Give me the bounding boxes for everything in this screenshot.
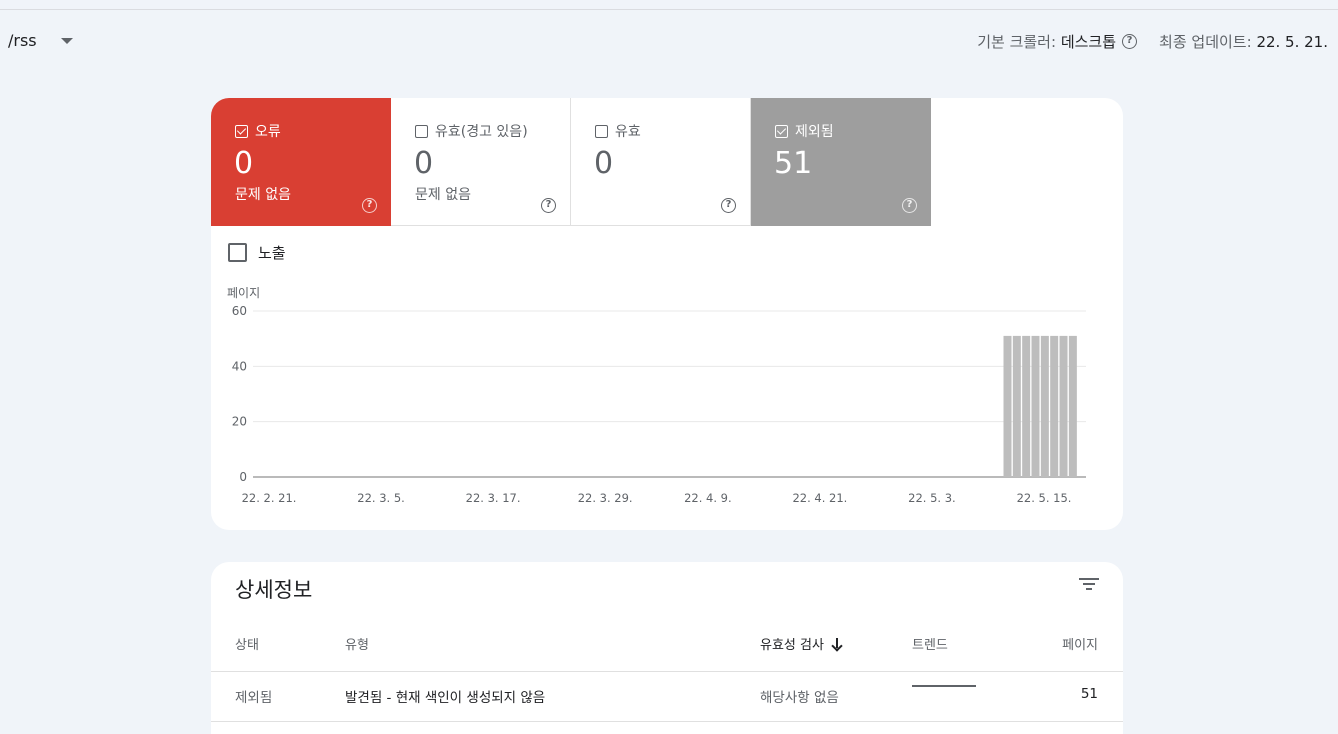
updated-label: 최종 업데이트: bbox=[1159, 33, 1252, 51]
tile-label: 유효 bbox=[615, 124, 641, 140]
tile-label: 제외됨 bbox=[795, 124, 834, 140]
column-header-label: 유효성 검사 bbox=[760, 638, 824, 653]
help-icon[interactable]: ? bbox=[541, 198, 556, 213]
bar[interactable] bbox=[1012, 335, 1021, 477]
status-tiles: 오류 0 문제 없음 ? 유효(경고 있음) 0 문제 없음 ? 유효 0 ? … bbox=[211, 98, 931, 226]
tile-valid-warning[interactable]: 유효(경고 있음) 0 문제 없음 ? bbox=[391, 98, 571, 226]
y-tick-label: 20 bbox=[232, 415, 247, 429]
tile-label: 유효(경고 있음) bbox=[435, 124, 528, 140]
checkbox-checked-icon bbox=[235, 124, 248, 138]
top-divider bbox=[0, 9, 1338, 10]
crawler-value: 데스크톱 bbox=[1060, 33, 1117, 51]
checkbox-icon bbox=[595, 124, 608, 138]
bar[interactable] bbox=[1003, 335, 1012, 477]
tile-label: 오류 bbox=[255, 124, 281, 140]
help-icon[interactable]: ? bbox=[1122, 34, 1138, 49]
cell-status: 제외됨 bbox=[235, 690, 273, 706]
tile-count: 0 bbox=[414, 146, 434, 181]
tile-excluded[interactable]: 제외됨 51 ? bbox=[751, 98, 931, 226]
dropdown-caret-icon bbox=[60, 37, 73, 44]
bar[interactable] bbox=[1022, 335, 1031, 477]
property-selector[interactable]: /rss bbox=[8, 31, 73, 50]
header-divider bbox=[211, 671, 1123, 672]
y-tick-label: 40 bbox=[232, 359, 247, 373]
x-tick-label: 22. 3. 5. bbox=[357, 491, 405, 505]
y-tick-label: 0 bbox=[239, 470, 247, 484]
help-icon[interactable]: ? bbox=[362, 198, 377, 213]
checkbox-icon bbox=[228, 243, 247, 262]
crawler-label: 기본 크롤러: bbox=[977, 33, 1057, 51]
report-meta: 기본 크롤러: 데스크톱 ? 최종 업데이트: 22. 5. 21. bbox=[977, 31, 1328, 52]
x-tick-label: 22. 3. 17. bbox=[466, 491, 521, 505]
x-tick-label: 22. 4. 9. bbox=[684, 491, 732, 505]
x-tick-label: 22. 5. 3. bbox=[908, 491, 956, 505]
help-icon[interactable]: ? bbox=[721, 198, 736, 213]
property-path: /rss bbox=[8, 31, 37, 50]
y-tick-label: 60 bbox=[232, 304, 247, 318]
sort-down-icon bbox=[832, 637, 842, 650]
x-tick-label: 22. 4. 21. bbox=[792, 491, 847, 505]
bar[interactable] bbox=[1031, 335, 1040, 477]
cell-validation: 해당사항 없음 bbox=[760, 690, 839, 706]
tile-count: 0 bbox=[594, 146, 614, 181]
y-axis-label: 페이지 bbox=[227, 286, 260, 300]
help-icon[interactable]: ? bbox=[902, 198, 917, 213]
column-header-type[interactable]: 유형 bbox=[345, 634, 369, 653]
details-title: 상세정보 bbox=[235, 578, 313, 602]
bar[interactable] bbox=[1040, 335, 1049, 477]
checkbox-icon bbox=[415, 124, 428, 138]
pages-chart: 페이지 0 20 40 60 22. 2. 21. 22. 3. 5. 22. 3. 17… bbox=[227, 286, 1086, 505]
column-header-pages[interactable]: 페이지 bbox=[1062, 634, 1098, 653]
details-card: 상세정보 상태 유형 유효성 검사 트렌드 페이지 제외됨 발견됨 - 현재 색… bbox=[211, 562, 1123, 734]
column-header-status[interactable]: 상태 bbox=[235, 634, 259, 653]
row-divider bbox=[211, 721, 1123, 722]
x-tick-label: 22. 3. 29. bbox=[578, 491, 633, 505]
tile-sub: 문제 없음 bbox=[415, 187, 471, 203]
column-header-validation[interactable]: 유효성 검사 bbox=[760, 634, 842, 653]
checkbox-checked-icon bbox=[775, 124, 788, 138]
cell-pages: 51 bbox=[1080, 686, 1098, 702]
bar[interactable] bbox=[1059, 335, 1068, 477]
tile-valid[interactable]: 유효 0 ? bbox=[571, 98, 751, 226]
x-tick-label: 22. 2. 21. bbox=[242, 491, 297, 505]
cell-type: 발견됨 - 현재 색인이 생성되지 않음 bbox=[345, 690, 546, 706]
x-tick-label: 22. 5. 15. bbox=[1017, 491, 1072, 505]
impressions-toggle[interactable]: 노출 bbox=[228, 242, 286, 263]
summary-card: 오류 0 문제 없음 ? 유효(경고 있음) 0 문제 없음 ? 유효 0 ? … bbox=[211, 98, 1123, 530]
bar[interactable] bbox=[1068, 335, 1077, 477]
bar[interactable] bbox=[1050, 335, 1059, 477]
tile-count: 0 bbox=[234, 146, 254, 181]
tile-sub: 문제 없음 bbox=[235, 187, 291, 203]
tile-error[interactable]: 오류 0 문제 없음 ? bbox=[211, 98, 391, 226]
trend-sparkline bbox=[912, 685, 976, 687]
filter-icon[interactable] bbox=[1079, 576, 1099, 592]
tile-count: 51 bbox=[774, 146, 813, 181]
column-header-trend[interactable]: 트렌드 bbox=[912, 634, 948, 653]
updated-value: 22. 5. 21. bbox=[1256, 32, 1328, 51]
impressions-label: 노출 bbox=[258, 244, 286, 262]
